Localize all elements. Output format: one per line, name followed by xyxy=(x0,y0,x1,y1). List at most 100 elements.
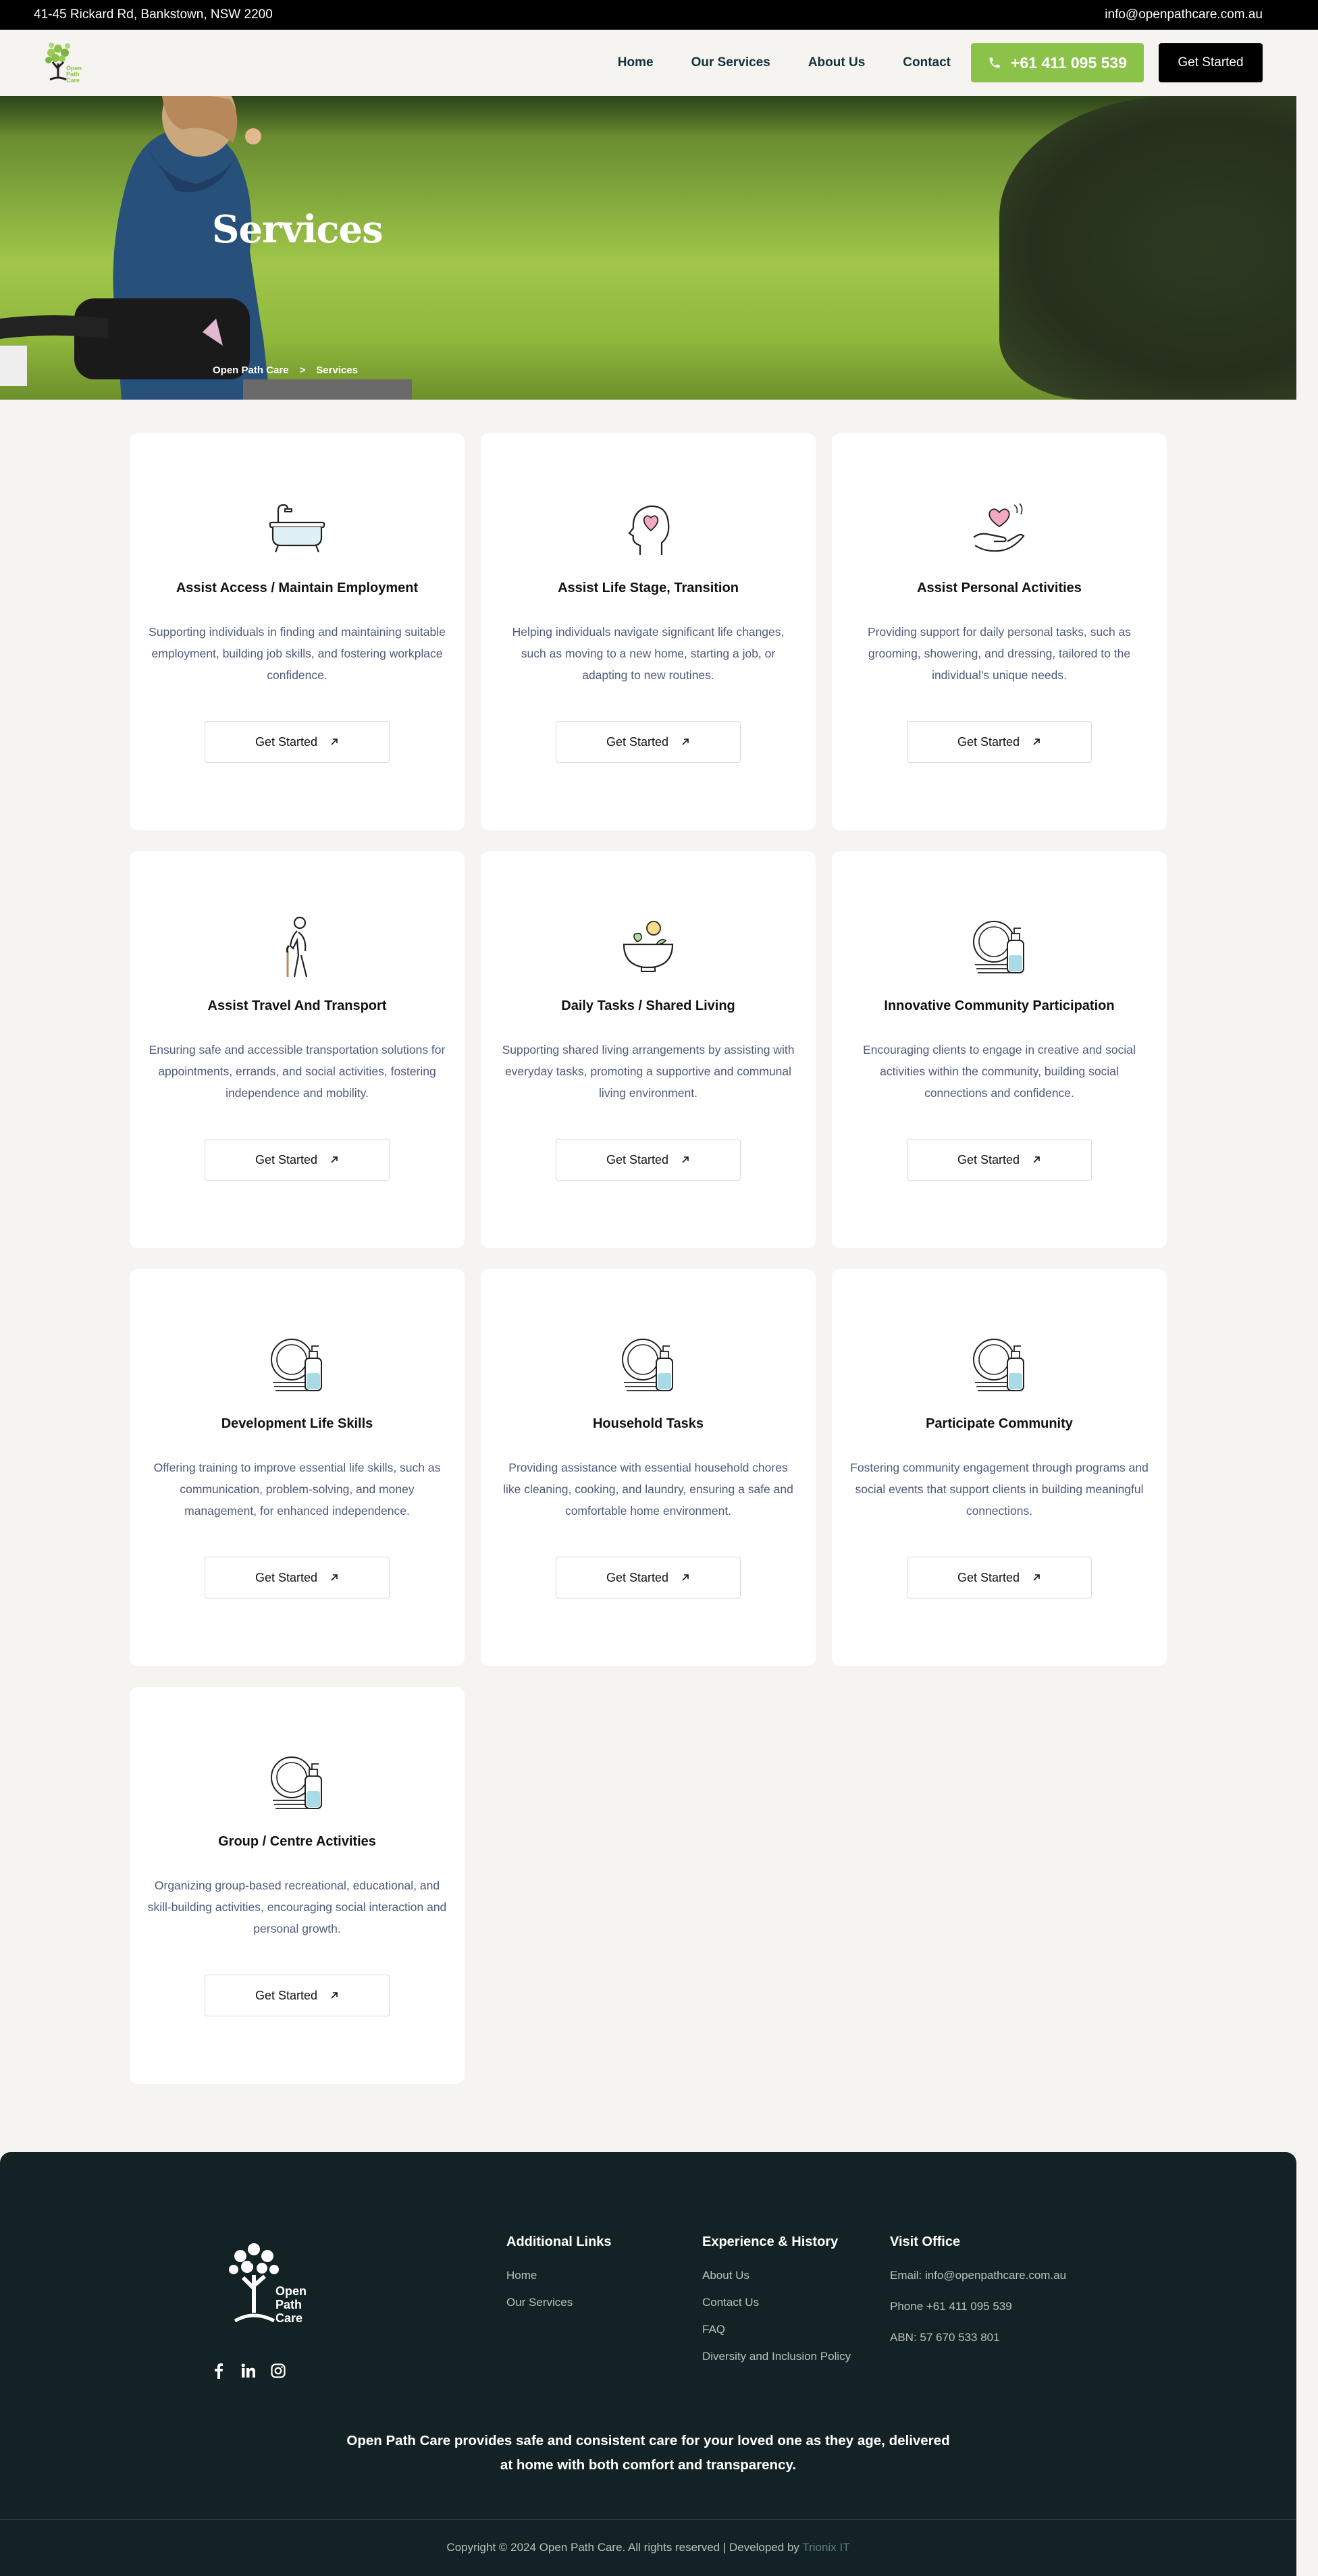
top-email-link[interactable]: info@openpathcare.com.au xyxy=(1105,7,1263,22)
arrow-up-right-icon xyxy=(331,1156,338,1163)
service-card: Assist Life Stage, Transition Helping in… xyxy=(481,433,816,830)
service-card: Daily Tasks / Shared Living Supporting s… xyxy=(481,851,816,1248)
dishes-soap-icon xyxy=(271,1339,322,1391)
nav-contact[interactable]: Contact xyxy=(903,55,951,70)
hero-tree-trunk xyxy=(999,96,1296,400)
footer-divider xyxy=(0,2519,1296,2520)
footer-link-home[interactable]: Home xyxy=(506,2269,612,2282)
card-get-started-button[interactable]: Get Started xyxy=(205,1975,390,2016)
svg-text:Open: Open xyxy=(275,2284,307,2298)
card-description: Providing assistance with essential hous… xyxy=(503,1461,793,1518)
dishes-soap-icon xyxy=(973,1339,1024,1391)
card-description: Providing support for daily personal tas… xyxy=(867,625,1132,682)
logo-tree-icon[interactable]: Open Path Care xyxy=(38,39,85,86)
footer-additional-links: Additional Links Home Our Services xyxy=(506,2234,612,2323)
card-get-started-button[interactable]: Get Started xyxy=(205,721,390,763)
address-text: 41-45 Rickard Rd, Bankstown, NSW 2200 xyxy=(34,7,273,22)
card-get-started-button[interactable]: Get Started xyxy=(205,1139,390,1181)
card-description: Offering training to improve essential l… xyxy=(153,1461,441,1518)
dishes-soap-icon xyxy=(622,1339,673,1391)
footer-experience-history: Experience & History About Us Contact Us… xyxy=(702,2234,851,2377)
card-title: Innovative Community Participation xyxy=(884,998,1115,1013)
arrow-up-right-icon xyxy=(682,739,689,745)
dishes-soap-icon xyxy=(973,921,1024,973)
card-title: Daily Tasks / Shared Living xyxy=(561,998,735,1013)
bathtub-icon xyxy=(269,504,325,553)
arrow-up-right-icon xyxy=(682,1574,689,1581)
site-header: Open Path Care Home Our Services About U… xyxy=(0,30,1318,96)
service-card: Assist Access / Maintain Employment Supp… xyxy=(130,433,465,830)
svg-text:Care: Care xyxy=(275,2311,302,2325)
service-card: Innovative Community Participation Encou… xyxy=(832,851,1167,1248)
card-title: Assist Access / Maintain Employment xyxy=(176,581,419,595)
service-card: Assist Travel And Transport Ensuring saf… xyxy=(130,851,465,1248)
card-get-started-button[interactable]: Get Started xyxy=(205,1557,390,1599)
breadcrumb-home[interactable]: Open Path Care xyxy=(213,365,289,376)
footer-link-contact-us[interactable]: Contact Us xyxy=(702,2296,851,2309)
footer-email: Email: info@openpathcare.com.au xyxy=(890,2269,1067,2282)
social-links xyxy=(211,2363,286,2379)
card-description: Organizing group-based recreational, edu… xyxy=(147,1879,447,1935)
footer-link-our-services[interactable]: Our Services xyxy=(506,2296,612,2309)
svg-text:Care: Care xyxy=(66,77,80,84)
page-title: Services xyxy=(212,207,384,252)
bowl-icon xyxy=(623,921,674,972)
arrow-up-right-icon xyxy=(682,1156,689,1163)
nav-our-services[interactable]: Our Services xyxy=(691,55,770,70)
card-get-started-button[interactable]: Get Started xyxy=(907,1139,1092,1181)
card-get-started-button[interactable]: Get Started xyxy=(556,721,741,763)
card-title: Household Tasks xyxy=(592,1416,704,1431)
card-title: Assist Personal Activities xyxy=(917,581,1082,595)
card-get-started-button[interactable]: Get Started xyxy=(556,1139,741,1181)
card-get-started-button[interactable]: Get Started xyxy=(556,1557,741,1599)
card-title: Participate Community xyxy=(926,1416,1073,1431)
footer-logo-tree-icon[interactable]: Open Path Care xyxy=(220,2240,308,2331)
facebook-icon[interactable] xyxy=(211,2363,227,2379)
card-title: Development Life Skills xyxy=(221,1416,373,1431)
footer-col-title: Experience & History xyxy=(702,2234,839,2249)
footer-link-about-us[interactable]: About Us xyxy=(702,2269,851,2282)
footer-visit-office: Visit Office Email: info@openpathcare.co… xyxy=(890,2234,1066,2362)
arrow-up-right-icon xyxy=(1033,739,1040,745)
breadcrumb-current: Services xyxy=(316,365,359,376)
footer-link-faq[interactable]: FAQ xyxy=(702,2323,851,2336)
phone-icon xyxy=(989,57,1000,68)
hand-heart-icon xyxy=(973,503,1025,552)
service-card: Group / Centre Activities Organizing gro… xyxy=(130,1687,465,2084)
breadcrumb-separator: > xyxy=(299,365,306,376)
footer-tagline: Open Path Care provides safe and consist… xyxy=(346,2433,950,2473)
card-description: Supporting shared living arrangements by… xyxy=(502,1043,795,1100)
phone-label: +61 411 095 539 xyxy=(1010,53,1128,72)
arrow-up-right-icon xyxy=(1033,1574,1040,1581)
footer-col-title: Additional Links xyxy=(506,2234,612,2249)
footer-col-title: Visit Office xyxy=(890,2234,961,2249)
nav-home[interactable]: Home xyxy=(618,55,654,70)
service-card: Household Tasks Providing assistance wit… xyxy=(481,1269,816,1666)
hero-wheelchair-image xyxy=(0,298,412,400)
breadcrumb: Open Path Care > Services xyxy=(213,365,358,376)
card-get-started-button[interactable]: Get Started xyxy=(907,721,1092,763)
copyright: Copyright © 2024 Open Path Care. All rig… xyxy=(446,2541,850,2554)
arrow-up-right-icon xyxy=(331,1574,338,1581)
head-heart-icon xyxy=(628,505,670,555)
service-card: Development Life Skills Offering trainin… xyxy=(130,1269,465,1666)
card-description: Supporting individuals in finding and ma… xyxy=(149,625,446,682)
card-title: Group / Centre Activities xyxy=(218,1834,376,1849)
card-description: Ensuring safe and accessible transportat… xyxy=(149,1043,446,1100)
card-description: Helping individuals navigate significant… xyxy=(512,625,785,682)
hero-banner: Services Open Path Care > Services xyxy=(0,96,1296,400)
instagram-icon[interactable] xyxy=(270,2363,286,2379)
developer-link[interactable]: Trionix IT xyxy=(802,2541,849,2554)
header-get-started-button[interactable]: Get Started xyxy=(1159,43,1263,82)
footer-abn: ABN: 57 670 533 801 xyxy=(890,2331,1000,2344)
card-description: Fostering community engagement through p… xyxy=(850,1461,1149,1518)
footer-link-diversity-policy[interactable]: Diversity and Inclusion Policy xyxy=(702,2350,851,2363)
top-bar: 41-45 Rickard Rd, Bankstown, NSW 2200 in… xyxy=(0,0,1318,30)
linkedin-icon[interactable] xyxy=(240,2363,257,2379)
elderly-person-icon xyxy=(286,916,308,977)
main-nav: Home Our Services About Us Contact +61 4… xyxy=(618,43,1263,82)
phone-button[interactable]: +61 411 095 539 xyxy=(971,43,1144,82)
nav-about-us[interactable]: About Us xyxy=(808,55,865,70)
card-get-started-button[interactable]: Get Started xyxy=(907,1557,1092,1599)
svg-text:Path: Path xyxy=(275,2298,302,2311)
